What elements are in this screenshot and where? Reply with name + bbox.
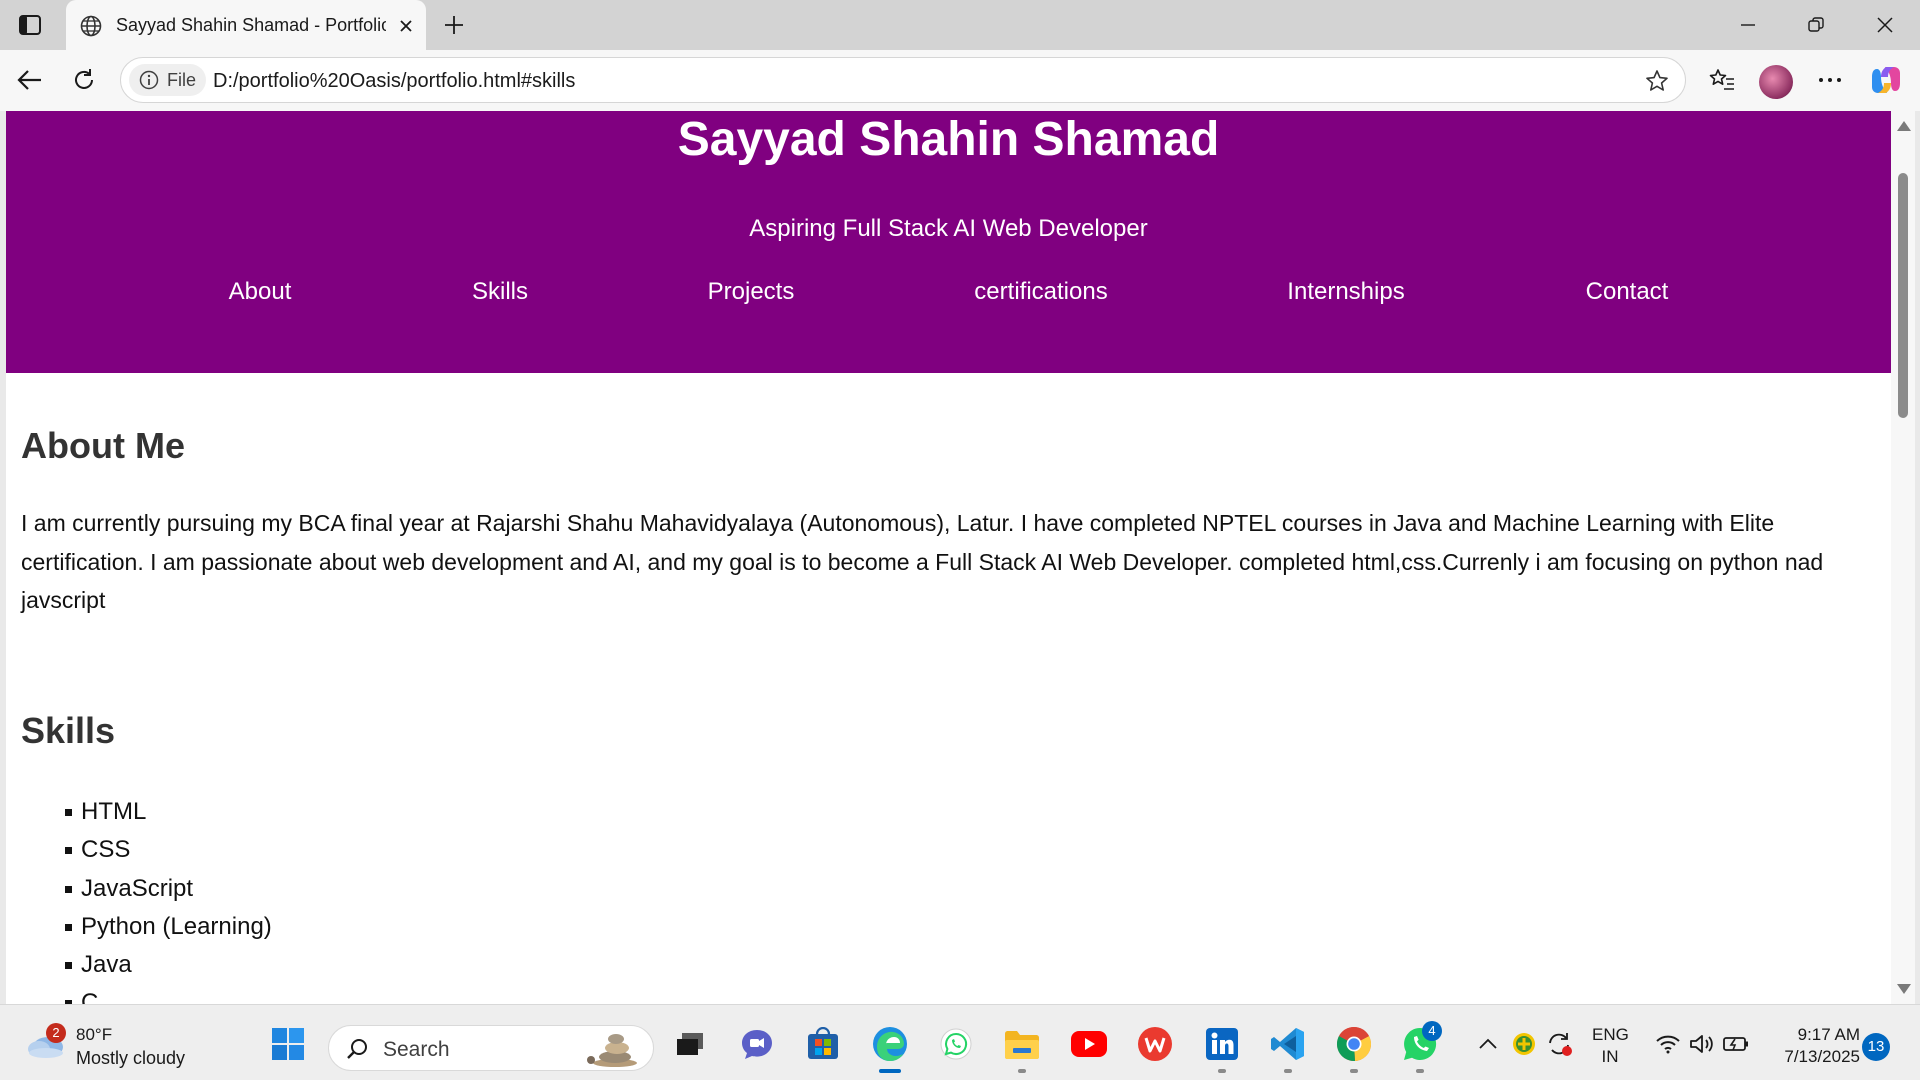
nav-link-internships[interactable]: Internships [1287, 277, 1404, 307]
favorites-icon[interactable] [1704, 62, 1740, 98]
skills-heading: Skills [21, 710, 116, 751]
edge-browser-icon[interactable] [870, 1024, 910, 1064]
new-tab-button[interactable] [438, 10, 470, 40]
sync-icon[interactable] [1540, 1024, 1580, 1064]
site-title: Sayyad Shahin Shamad [677, 113, 1220, 166]
clock-time[interactable]: 9:17 AM [1764, 1024, 1860, 1046]
windows-taskbar: 2 80°F Mostly cloudy Search 4 ENG IN 9:1… [0, 1004, 1920, 1080]
skill-item: CSS [21, 831, 272, 869]
more-options-icon[interactable] [1812, 62, 1848, 98]
whatsapp-running-indicator [1416, 1069, 1424, 1073]
refresh-icon[interactable] [66, 62, 102, 98]
notification-count-badge[interactable]: 13 [1862, 1033, 1890, 1061]
browser-tab-strip: Sayyad Shahin Shamad - Portfolio [0, 0, 1920, 51]
close-window-button[interactable] [1855, 6, 1915, 44]
tray-app-icon[interactable] [1504, 1024, 1544, 1064]
search-label: Search [383, 1038, 450, 1061]
site-header: Sayyad Shahin Shamad Aspiring Full Stack… [6, 111, 1891, 373]
linkedin-running-indicator [1218, 1069, 1226, 1073]
url-text[interactable]: D:/portfolio%20Oasis/portfolio.html#skil… [213, 70, 575, 93]
minimize-button[interactable] [1718, 6, 1778, 44]
back-arrow-icon[interactable] [12, 62, 48, 98]
site-nav: About Skills Projects certifications Int… [6, 277, 1891, 307]
active-tab[interactable]: Sayyad Shahin Shamad - Portfolio [66, 0, 426, 51]
scrollbar-thumb[interactable] [1898, 173, 1908, 418]
edge-running-indicator [879, 1069, 901, 1073]
skill-item: HTML [21, 793, 272, 831]
nav-link-certifications[interactable]: certifications [974, 277, 1107, 307]
language-indicator-line2[interactable]: IN [1592, 1046, 1628, 1068]
browser-toolbar: File D:/portfolio%20Oasis/portfolio.html… [0, 50, 1920, 111]
whatsapp-badge: 4 [1422, 1021, 1442, 1041]
skill-item: Python (Learning) [21, 908, 272, 946]
restore-button[interactable] [1786, 6, 1846, 44]
wps-office-icon[interactable] [1135, 1024, 1175, 1064]
globe-icon [78, 13, 104, 39]
microsoft-store-icon[interactable] [803, 1024, 843, 1064]
skill-item: Java [21, 946, 272, 984]
language-indicator-line1[interactable]: ENG [1592, 1024, 1629, 1046]
weather-alert-badge: 2 [46, 1023, 66, 1043]
tab-title: Sayyad Shahin Shamad - Portfolio [116, 15, 386, 35]
vscode-running-indicator [1284, 1069, 1292, 1073]
tab-actions-icon[interactable] [14, 12, 46, 38]
skill-item: JavaScript [21, 870, 272, 908]
copilot-icon[interactable] [1868, 62, 1904, 98]
scroll-down-arrow-icon[interactable] [1897, 984, 1911, 994]
windows-start-icon[interactable] [268, 1024, 308, 1064]
info-icon [139, 70, 159, 90]
skill-item: C [21, 984, 272, 1004]
favorite-star-icon[interactable] [1643, 67, 1671, 95]
vscode-icon[interactable] [1268, 1024, 1308, 1064]
nav-link-skills[interactable]: Skills [472, 277, 528, 307]
file-explorer-icon[interactable] [1002, 1024, 1042, 1064]
chevron-up-icon[interactable] [1468, 1024, 1508, 1064]
weather-temperature: 80°F [76, 1025, 113, 1044]
close-tab-icon[interactable] [394, 14, 418, 38]
nav-link-projects[interactable]: Projects [708, 277, 795, 307]
nav-link-contact[interactable]: Contact [1586, 277, 1669, 307]
site-subtitle: Aspiring Full Stack AI Web Developer [749, 215, 1148, 242]
weather-condition: Mostly cloudy [76, 1048, 186, 1068]
chrome-running-indicator [1350, 1069, 1358, 1073]
site-chip-label: File [167, 69, 197, 90]
teams-chat-icon[interactable] [737, 1024, 777, 1064]
skills-list: HTML CSS JavaScript Python (Learning) Ja… [21, 793, 272, 1004]
address-bar[interactable]: File D:/portfolio%20Oasis/portfolio.html… [120, 57, 1686, 103]
weather-widget[interactable]: 2 80°F Mostly cloudy [26, 1023, 196, 1068]
about-text: I am currently pursuing my BCA final yea… [21, 510, 1824, 613]
youtube-icon[interactable] [1069, 1024, 1109, 1064]
explorer-running-indicator [1018, 1069, 1026, 1073]
task-view-icon[interactable] [670, 1024, 710, 1064]
page-scrollbar[interactable] [1891, 111, 1915, 1004]
taskbar-search[interactable]: Search [328, 1025, 654, 1071]
battery-icon[interactable] [1716, 1024, 1756, 1064]
search-highlight-icon [587, 1034, 637, 1067]
nav-link-about[interactable]: About [229, 277, 292, 307]
search-icon [347, 1039, 367, 1059]
site-info-chip[interactable]: File [129, 64, 207, 96]
clock-date[interactable]: 7/13/2025 [1764, 1046, 1860, 1068]
whatsapp-web-icon[interactable] [936, 1024, 976, 1064]
linkedin-icon[interactable] [1202, 1024, 1242, 1064]
page-viewport: Sayyad Shahin Shamad Aspiring Full Stack… [6, 111, 1891, 1004]
chrome-icon[interactable] [1334, 1024, 1374, 1064]
profile-avatar[interactable] [1759, 65, 1793, 99]
about-heading: About Me [21, 425, 185, 466]
scroll-up-arrow-icon[interactable] [1897, 121, 1911, 131]
